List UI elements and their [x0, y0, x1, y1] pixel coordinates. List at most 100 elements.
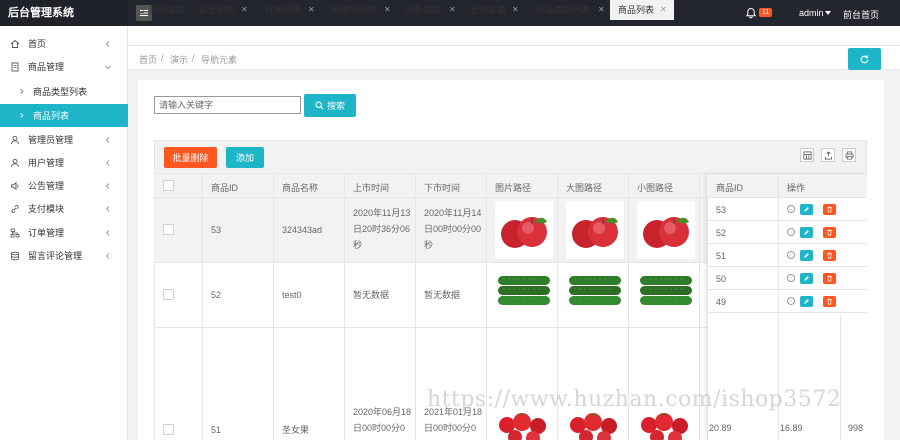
- sidebar-item-orders[interactable]: 订单管理: [0, 221, 128, 244]
- delete-button[interactable]: [823, 296, 836, 307]
- download-icon[interactable]: ↓: [787, 297, 795, 305]
- sidebar-item-label: 留言评论管理: [28, 251, 83, 261]
- delete-button[interactable]: [823, 250, 836, 261]
- tab-admins[interactable]: 管理员列表 ✕: [331, 0, 399, 20]
- header-large-image-path[interactable]: 大图路径: [566, 181, 602, 194]
- row-checkbox[interactable]: [163, 289, 174, 300]
- cell-off-sale-time: 暂无数据: [424, 290, 461, 300]
- tab-orders[interactable]: 订单列表 ✕: [265, 0, 325, 20]
- cell-on-sale-time: 暂无数据: [353, 290, 390, 300]
- close-icon[interactable]: ✕: [449, 0, 456, 20]
- close-icon[interactable]: ✕: [241, 0, 248, 20]
- close-icon[interactable]: ✕: [660, 0, 667, 20]
- chevron-left-icon: [105, 252, 110, 259]
- close-icon[interactable]: ✕: [512, 0, 519, 20]
- edit-button[interactable]: [800, 204, 813, 215]
- download-icon[interactable]: ↓: [787, 251, 795, 259]
- tab-desktop-home[interactable]: 我的桌面: [136, 0, 194, 20]
- column-divider: [840, 315, 841, 440]
- trash-icon: [827, 298, 832, 305]
- cucumber-image[interactable]: [566, 270, 624, 312]
- sidebar-item-notices[interactable]: 公告管理: [0, 174, 128, 197]
- header-fixed-product-id[interactable]: 商品ID: [716, 181, 743, 194]
- download-icon[interactable]: ↓: [787, 274, 795, 282]
- cell-stock: 998: [848, 423, 864, 433]
- apple-image[interactable]: [637, 201, 695, 259]
- row-checkbox[interactable]: [163, 224, 174, 235]
- chevron-down-icon: [105, 65, 111, 69]
- header-on-sale-time[interactable]: 上市时间: [353, 181, 389, 194]
- edit-button[interactable]: [800, 296, 813, 307]
- header-product-name[interactable]: 商品名称: [282, 181, 318, 194]
- tab-desktop[interactable]: 我的桌面 ✕: [470, 0, 530, 20]
- columns-filter-button[interactable]: [800, 148, 814, 162]
- user-icon: [11, 135, 19, 144]
- caret-down-icon[interactable]: [825, 11, 831, 15]
- sidebar-item-product-list[interactable]: 商品列表: [0, 104, 128, 127]
- chevron-left-icon: [105, 159, 110, 166]
- breadcrumb-sep: /: [161, 53, 164, 63]
- database-icon: [11, 251, 19, 260]
- watermark: https://www.huzhan.com/ishop3572: [427, 387, 842, 412]
- search-input[interactable]: [154, 96, 301, 114]
- delete-button[interactable]: [823, 273, 836, 284]
- refresh-button[interactable]: [848, 48, 881, 70]
- edit-button[interactable]: [800, 227, 813, 238]
- breadcrumb-sep: /: [192, 53, 195, 63]
- header-small-image-path[interactable]: 小图路径: [637, 181, 673, 194]
- apple-image[interactable]: [495, 201, 553, 259]
- header-product-id[interactable]: 商品ID: [211, 181, 238, 194]
- close-icon[interactable]: ✕: [308, 0, 315, 20]
- apple-image[interactable]: [566, 201, 624, 259]
- sidebar-item-users[interactable]: 用户管理: [0, 151, 128, 174]
- cucumber-image[interactable]: [495, 270, 553, 312]
- tab-label: 我的桌面: [149, 5, 186, 15]
- front-page-link[interactable]: 前台首页: [843, 8, 879, 21]
- header-image-path[interactable]: 图片路径: [495, 181, 531, 194]
- chevron-right-icon: [20, 113, 24, 118]
- batch-delete-button[interactable]: 批量删除: [164, 147, 217, 168]
- user-menu[interactable]: admin: [799, 8, 824, 18]
- download-icon[interactable]: ↓: [787, 228, 795, 236]
- close-icon[interactable]: ✕: [598, 0, 605, 20]
- chevron-left-icon: [105, 205, 110, 212]
- export-button[interactable]: [821, 148, 835, 162]
- row-checkbox[interactable]: [163, 424, 174, 435]
- tab-notice-types[interactable]: 公告类型 ✕: [405, 0, 465, 20]
- tab-messages[interactable]: 留言列表 ✕: [199, 0, 259, 20]
- edit-button[interactable]: [800, 273, 813, 284]
- breadcrumb-home[interactable]: 首页: [139, 53, 157, 66]
- download-icon[interactable]: ↓: [787, 205, 795, 213]
- delete-button[interactable]: [823, 227, 836, 238]
- sidebar-item-comments[interactable]: 留言评论管理: [0, 244, 128, 267]
- sidebar-item-admins[interactable]: 管理员管理: [0, 128, 128, 151]
- sitemap-icon: [10, 228, 20, 237]
- edit-button[interactable]: [800, 250, 813, 261]
- tab-product-types[interactable]: 商品类型列表 ✕: [536, 0, 608, 20]
- sidebar-item-home[interactable]: 首页: [0, 32, 128, 55]
- column-divider: [202, 174, 203, 440]
- notification-badge: 11: [759, 8, 773, 17]
- add-button[interactable]: 添加: [226, 147, 264, 168]
- cell-price: 20.89: [709, 423, 732, 433]
- select-all-checkbox[interactable]: [163, 180, 174, 191]
- chevron-left-icon: [105, 182, 110, 189]
- search-button[interactable]: 搜索: [304, 94, 356, 117]
- cell-on-sale-time: 2020年11月13日20时36分06秒: [353, 208, 411, 250]
- cucumber-image[interactable]: [637, 270, 695, 312]
- speaker-icon: [11, 181, 19, 190]
- print-icon: [845, 151, 853, 159]
- breadcrumb-demo[interactable]: 演示: [170, 53, 188, 66]
- header-off-sale-time[interactable]: 下市时间: [424, 181, 460, 194]
- fixed-cell-id: 51: [716, 251, 727, 261]
- delete-button[interactable]: [823, 204, 836, 215]
- tab-product-list[interactable]: 商品列表 ✕: [610, 0, 674, 20]
- bell-icon[interactable]: [745, 7, 757, 19]
- page-scrollbar[interactable]: [884, 80, 900, 440]
- sidebar-item-product-types[interactable]: 商品类型列表: [0, 80, 128, 103]
- close-icon[interactable]: ✕: [384, 0, 391, 20]
- tab-label: 留言列表: [199, 5, 236, 15]
- sidebar-item-products[interactable]: 商品管理: [0, 55, 128, 78]
- print-button[interactable]: [842, 148, 856, 162]
- sidebar-item-payment[interactable]: 支付模块: [0, 197, 128, 220]
